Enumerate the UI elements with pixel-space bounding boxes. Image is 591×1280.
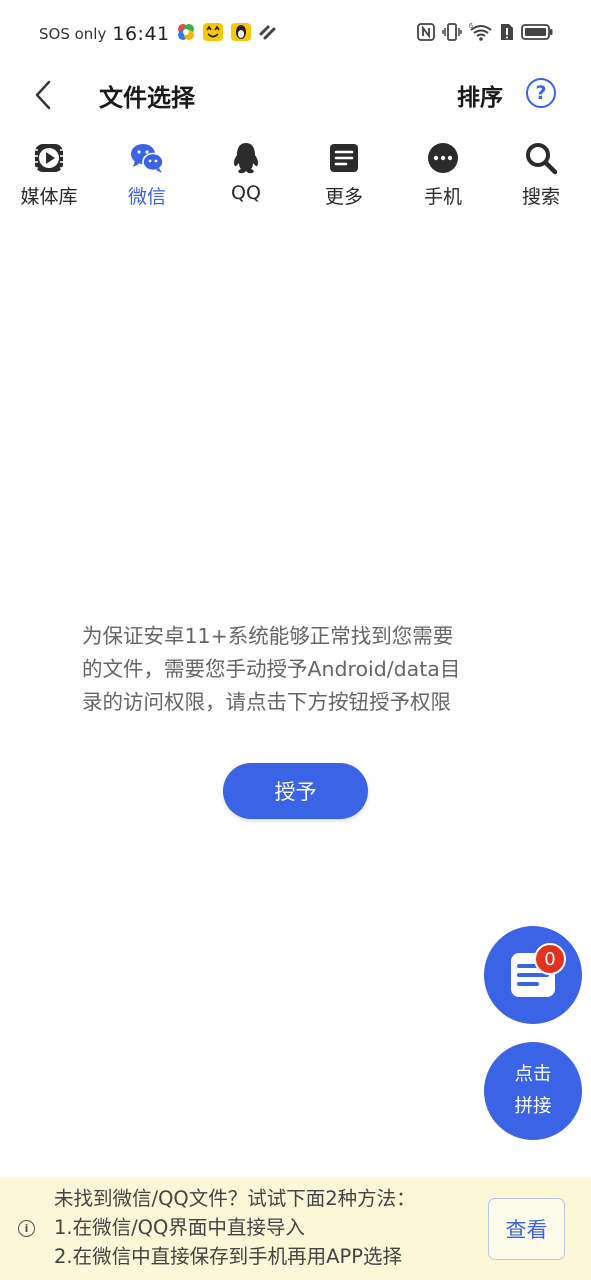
merge-label-line2: 拼接	[514, 1096, 552, 1117]
tab-phone[interactable]: 手机	[403, 140, 483, 215]
permission-message: 为保证安卓11+系统能够正常找到您需要 的文件，需要您手动授予Android/d…	[82, 624, 461, 714]
app-link-icon	[258, 22, 278, 46]
tab-search[interactable]: 搜索	[501, 140, 581, 215]
media-library-icon	[31, 140, 67, 176]
tab-label: 手机	[423, 186, 462, 208]
status-bar: SOS only 16:41 6	[0, 0, 591, 66]
selected-files-button[interactable]	[484, 926, 582, 1024]
nfc-icon	[417, 23, 435, 45]
tab-label: 媒体库	[20, 186, 78, 208]
wechat-icon	[129, 140, 165, 176]
app-header: 文件选择 排序 ?	[0, 66, 591, 124]
source-tabs: 媒体库 微信 QQ 更多 手机 搜索	[0, 140, 591, 215]
app-pinwheel-icon	[176, 22, 196, 46]
tab-label: QQ	[231, 182, 261, 204]
app-emoji-icon	[202, 22, 224, 46]
chevron-left-icon	[35, 80, 51, 110]
grant-permission-button[interactable]: 授予	[223, 763, 368, 819]
help-icon: ?	[535, 82, 547, 104]
merge-button[interactable]: 点击 拼接	[484, 1042, 582, 1140]
qq-penguin-icon	[228, 140, 264, 176]
help-tip-bar: i 未找到微信/QQ文件？试试下面2种方法： 1.在微信/QQ界面中直接导入 2…	[0, 1177, 591, 1280]
tab-media-library[interactable]: 媒体库	[9, 140, 89, 215]
tab-wechat[interactable]: 微信	[107, 140, 187, 215]
merge-label-line1: 点击	[514, 1064, 552, 1085]
status-right: 6	[417, 22, 553, 46]
tab-qq[interactable]: QQ	[206, 140, 286, 215]
more-dots-icon	[425, 140, 461, 176]
carrier-text: SOS only	[39, 25, 107, 43]
app-penguin-icon	[230, 22, 252, 46]
view-button[interactable]: 查看	[488, 1198, 565, 1260]
page-title: 文件选择	[99, 84, 195, 112]
sim-alert-icon	[500, 23, 514, 45]
status-left: SOS only 16:41	[39, 22, 278, 46]
vibrate-icon	[442, 22, 462, 46]
wifi-icon: 6	[469, 22, 493, 46]
help-button[interactable]: ?	[526, 78, 556, 108]
battery-icon	[521, 23, 553, 45]
search-icon	[523, 140, 559, 176]
selected-count-badge: 0	[534, 943, 566, 975]
document-icon	[326, 140, 362, 176]
info-icon: i	[18, 1220, 35, 1237]
tip-text: 未找到微信/QQ文件？试试下面2种方法： 1.在微信/QQ界面中直接导入 2.在…	[54, 1184, 416, 1271]
tip-line: 未找到微信/QQ文件？试试下面2种方法：	[54, 1187, 416, 1210]
sort-button[interactable]: 排序	[457, 78, 503, 112]
file-list-icon	[511, 953, 555, 997]
tab-label: 更多	[324, 186, 363, 208]
tip-line: 2.在微信中直接保存到手机再用APP选择	[54, 1245, 402, 1268]
tab-label: 微信	[127, 186, 166, 208]
back-button[interactable]	[26, 76, 60, 114]
network-type-text: 6	[469, 23, 473, 30]
tab-more[interactable]: 更多	[304, 140, 384, 215]
tab-label: 搜索	[521, 186, 560, 208]
clock-text: 16:41	[112, 23, 170, 45]
tip-line: 1.在微信/QQ界面中直接导入	[54, 1216, 305, 1239]
